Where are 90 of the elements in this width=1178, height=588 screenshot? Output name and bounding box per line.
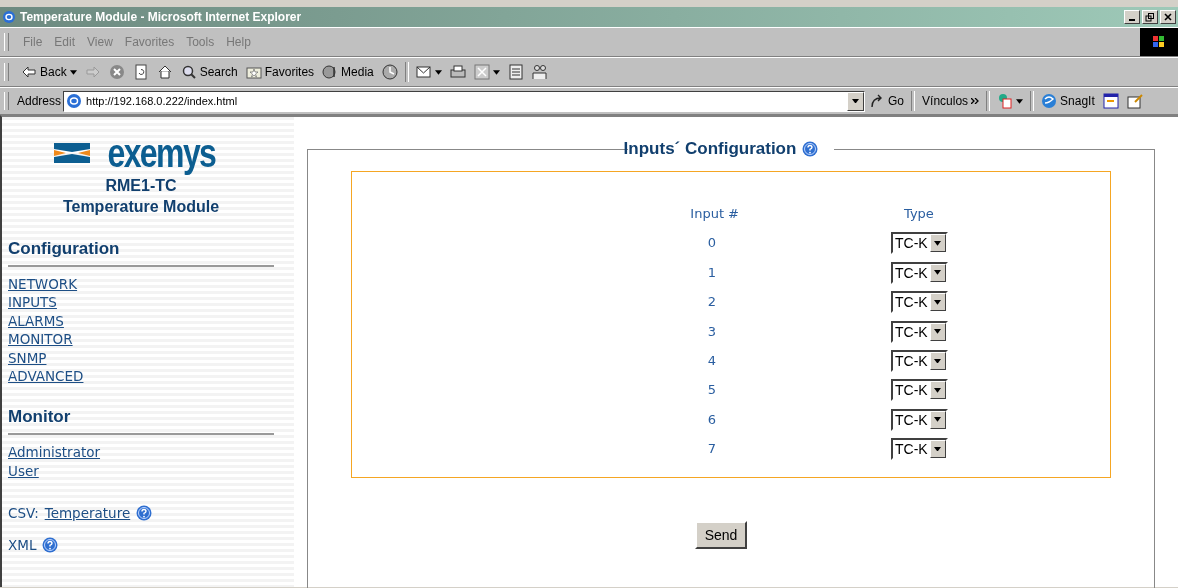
toolbar-button[interactable]: Search bbox=[176, 64, 242, 80]
forward-arrow-icon bbox=[84, 64, 101, 80]
input-number: 7 bbox=[707, 440, 716, 459]
clock-icon bbox=[381, 64, 398, 80]
windows-logo-icon bbox=[1140, 28, 1178, 56]
browser-logo-icon bbox=[2, 10, 16, 24]
caret-icon bbox=[934, 358, 942, 364]
star-folder-icon bbox=[245, 64, 262, 80]
close-button[interactable] bbox=[1160, 10, 1176, 24]
swirl-icon bbox=[1041, 93, 1058, 109]
window-icon bbox=[473, 64, 490, 80]
type-select[interactable]: TC-K bbox=[891, 261, 948, 284]
caret-icon bbox=[934, 417, 942, 423]
section-heading: Configuration bbox=[8, 239, 121, 259]
input-number: 4 bbox=[707, 351, 716, 370]
export-link[interactable]: Temperature bbox=[44, 504, 131, 523]
caret-icon bbox=[852, 98, 860, 104]
logo-text: exemys bbox=[107, 131, 215, 175]
chevron-icon bbox=[971, 98, 980, 104]
input-number: 2 bbox=[707, 293, 716, 312]
window-pencil-icon bbox=[1126, 93, 1143, 109]
export-label: XML bbox=[8, 536, 37, 553]
refresh-icon bbox=[132, 64, 149, 80]
input-number: 3 bbox=[707, 322, 716, 341]
window-title: Temperature Module - Microsoft Internet Explorer bbox=[20, 10, 303, 24]
nav-link[interactable]: User bbox=[8, 461, 39, 481]
type-select[interactable]: TC-K bbox=[891, 349, 948, 372]
stop-icon bbox=[108, 64, 125, 80]
links-button[interactable]: Vínculos bbox=[918, 94, 984, 108]
caret-icon bbox=[69, 69, 77, 75]
input-number: 1 bbox=[707, 263, 716, 282]
back-arrow-icon bbox=[21, 64, 37, 80]
caret-icon bbox=[934, 329, 942, 334]
page-icon bbox=[66, 93, 83, 109]
type-select[interactable]: TC-K bbox=[891, 232, 948, 255]
caret-icon bbox=[934, 388, 942, 393]
people-icon bbox=[531, 64, 548, 80]
column-header: Input # bbox=[690, 206, 739, 221]
type-select[interactable]: TC-K bbox=[891, 408, 948, 431]
type-select[interactable]: TC-K bbox=[891, 438, 948, 461]
search-icon bbox=[180, 64, 197, 80]
input-number: 6 bbox=[707, 410, 716, 429]
close-icon bbox=[1163, 12, 1173, 22]
toolbar-button[interactable]: Back bbox=[17, 64, 81, 80]
input-number: 5 bbox=[707, 381, 716, 400]
help-icon[interactable] bbox=[136, 505, 153, 522]
nav-link[interactable]: NETWORK bbox=[8, 275, 78, 294]
nav-link[interactable]: MONITOR bbox=[8, 330, 73, 349]
nav-link[interactable]: SNMP bbox=[8, 348, 47, 368]
help-icon[interactable] bbox=[42, 536, 59, 553]
nav-link[interactable]: ALARMS bbox=[8, 311, 64, 331]
restore-button[interactable] bbox=[1142, 10, 1158, 24]
minimize-button[interactable] bbox=[1124, 10, 1140, 24]
caret-icon bbox=[934, 241, 942, 246]
toolbar-button[interactable]: Favorites bbox=[241, 64, 319, 80]
section-heading: Monitor bbox=[8, 407, 72, 428]
nav-link[interactable]: INPUTS bbox=[8, 293, 57, 312]
toolbar-button[interactable]: Media bbox=[318, 64, 378, 80]
caret-icon bbox=[934, 270, 942, 276]
home-icon bbox=[156, 64, 173, 80]
printer-icon bbox=[449, 64, 466, 80]
restore-icon bbox=[1145, 12, 1155, 22]
window-icon bbox=[1102, 93, 1119, 109]
logo-mark-icon bbox=[53, 143, 90, 163]
address-label: Address bbox=[17, 94, 62, 108]
envelope-icon bbox=[415, 64, 432, 80]
nav-link[interactable]: ADVANCED bbox=[8, 367, 84, 386]
address-field[interactable]: http://192.168.0.222/index.html bbox=[63, 90, 866, 112]
caret-icon bbox=[434, 69, 442, 75]
help-icon[interactable] bbox=[802, 141, 819, 157]
caret-icon bbox=[934, 446, 942, 452]
send-button[interactable]: Send bbox=[694, 521, 748, 549]
panel-title: Inputs´ Configuration bbox=[623, 139, 797, 159]
document-icon bbox=[507, 64, 524, 80]
device-subtitle: Temperature Module bbox=[61, 197, 221, 217]
go-button[interactable]: Go bbox=[865, 93, 909, 109]
caret-icon bbox=[492, 69, 500, 75]
snagit-button[interactable]: SnagIt bbox=[1037, 93, 1099, 109]
caret-icon bbox=[1016, 98, 1024, 104]
caret-icon bbox=[934, 299, 942, 305]
type-select[interactable]: TC-K bbox=[891, 379, 948, 402]
type-select[interactable]: TC-K bbox=[891, 320, 948, 343]
nav-link[interactable]: Administrator bbox=[8, 443, 101, 462]
model-name: RME1-TC bbox=[104, 176, 178, 196]
type-select[interactable]: TC-K bbox=[891, 291, 948, 314]
pdf-icon bbox=[997, 93, 1014, 109]
column-header: Type bbox=[904, 206, 934, 221]
input-number: 0 bbox=[707, 234, 716, 253]
export-label: CSV: bbox=[8, 505, 39, 522]
minimize-icon bbox=[1129, 19, 1135, 21]
